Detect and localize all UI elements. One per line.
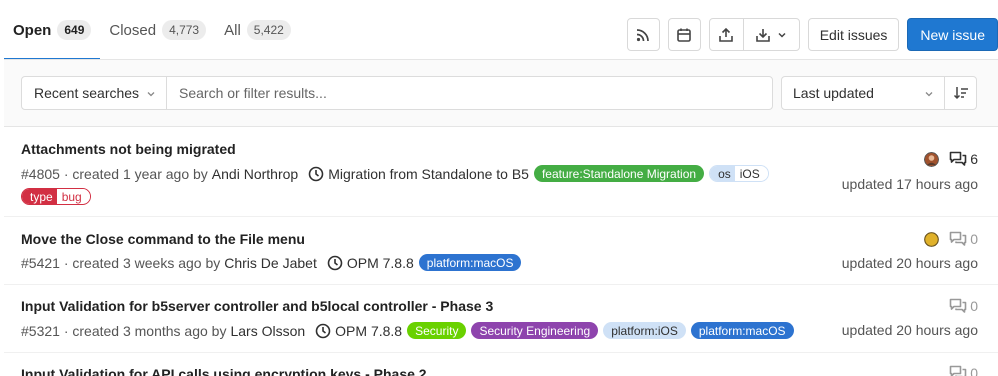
tab-open-count: 649 — [57, 20, 92, 40]
tab-all-label: All — [224, 21, 241, 39]
edit-issues-button[interactable]: Edit issues — [807, 18, 900, 51]
issue-labels-wrapped: type bug — [21, 188, 91, 205]
issue-row: Input Validation for API calls using enc… — [4, 353, 998, 376]
issue-updated: updated 17 hours ago — [841, 176, 978, 192]
recent-searches-dropdown[interactable]: Recent searches — [21, 76, 167, 110]
new-issue-button[interactable]: New issue — [907, 18, 998, 51]
tab-closed-count: 4,773 — [162, 20, 207, 40]
issue-stats: 6 — [924, 151, 978, 167]
label-os-ios[interactable]: os iOS — [709, 165, 769, 182]
label-platform-macos[interactable]: platform:macOS — [418, 254, 522, 271]
issues-header: Open 649 Closed 4,773 All 5,422 Edit iss… — [0, 0, 998, 60]
calendar-icon — [676, 27, 692, 43]
comments-icon — [949, 231, 967, 247]
tab-closed-label: Closed — [109, 21, 157, 39]
comments-icon — [949, 298, 967, 314]
comments-count[interactable]: 0 — [949, 298, 978, 314]
issue-title[interactable]: Attachments not being migrated — [21, 141, 236, 157]
export-import-group — [708, 18, 800, 51]
scoped-label-value: iOS — [734, 166, 768, 181]
label-security[interactable]: Security — [407, 322, 467, 339]
clock-icon — [327, 255, 347, 271]
scoped-label-value: bug — [56, 189, 90, 204]
issue-author[interactable]: Lars Olsson — [230, 323, 305, 339]
search-input[interactable] — [166, 76, 773, 110]
comments-icon — [949, 151, 967, 167]
rss-button[interactable] — [626, 18, 660, 51]
issue-milestone[interactable]: OPM 7.8.8 — [315, 323, 402, 339]
issue-milestone[interactable]: OPM 7.8.8 — [327, 255, 414, 271]
chevron-down-icon — [146, 89, 156, 99]
label-feature-standalone-migration[interactable]: feature:Standalone Migration — [533, 165, 705, 182]
comments-count[interactable]: 0 — [949, 231, 978, 247]
avatar[interactable] — [924, 151, 949, 167]
chevron-down-icon — [924, 89, 934, 99]
issue-reference: #5321 · created 3 months ago by — [21, 322, 227, 339]
issue-meta: #5321 · created 3 months ago by Lars Ols… — [21, 322, 794, 339]
milestone-title: Migration from Standalone to B5 — [328, 165, 529, 182]
filter-bar: Recent searches Last updated — [4, 60, 998, 127]
comments-number: 6 — [970, 151, 978, 167]
issue-updated: updated 20 hours ago — [841, 322, 978, 338]
issue-row: Move the Close command to the File menu … — [4, 217, 998, 285]
label-platform-macos[interactable]: platform:macOS — [690, 322, 794, 339]
comments-count[interactable]: 6 — [949, 151, 978, 167]
download-icon — [755, 27, 771, 43]
upload-icon — [718, 27, 734, 43]
clock-icon — [308, 166, 328, 182]
label-type-bug[interactable]: type bug — [21, 188, 91, 205]
issue-title[interactable]: Input Validation for API calls using enc… — [21, 366, 427, 376]
issue-title[interactable]: Move the Close command to the File menu — [21, 231, 305, 247]
rss-icon — [635, 27, 651, 43]
issue-row: Input Validation for b5server controller… — [4, 285, 998, 353]
label-platform-ios[interactable]: platform:iOS — [603, 322, 686, 339]
issue-stats: 0 — [924, 231, 978, 247]
tab-all[interactable]: All 5,422 — [215, 0, 300, 60]
comments-count[interactable]: 0 — [949, 365, 978, 376]
issue-title[interactable]: Input Validation for b5server controller… — [21, 298, 493, 314]
sort-lowest-icon — [953, 85, 969, 101]
import-dropdown-button[interactable] — [742, 19, 799, 50]
scoped-label-key: os — [710, 166, 735, 181]
issue-author[interactable]: Andi Northrop — [212, 166, 298, 182]
chevron-down-icon — [777, 30, 787, 40]
tab-closed[interactable]: Closed 4,773 — [100, 0, 215, 60]
calendar-button[interactable] — [667, 18, 701, 51]
comments-number: 0 — [970, 231, 978, 247]
sort-value: Last updated — [793, 85, 874, 101]
issue-meta: #5421 · created 3 weeks ago by Chris De … — [21, 254, 522, 271]
header-actions: Edit issues New issue — [626, 18, 998, 51]
scoped-label-key: type — [22, 189, 57, 204]
tab-open-label: Open — [13, 21, 52, 39]
issue-meta: #4805 · created 1 year ago by Andi North… — [21, 165, 769, 182]
recent-searches-label: Recent searches — [34, 85, 140, 101]
issue-state-tabs: Open 649 Closed 4,773 All 5,422 — [4, 0, 300, 60]
issue-milestone[interactable]: Migration from Standalone to B5 — [308, 166, 529, 182]
clock-icon — [315, 323, 335, 339]
issue-updated: updated 20 hours ago — [841, 255, 978, 271]
issue-author[interactable]: Chris De Jabet — [224, 255, 317, 271]
comments-icon — [949, 365, 967, 376]
export-button[interactable] — [710, 19, 743, 50]
comments-number: 0 — [970, 298, 978, 314]
avatar[interactable] — [924, 231, 949, 247]
issue-row: Attachments not being migrated #4805 · c… — [4, 127, 998, 217]
issue-stats: 0 — [949, 298, 978, 314]
sort-direction-button[interactable] — [944, 76, 977, 110]
label-security-engineering[interactable]: Security Engineering — [471, 322, 599, 339]
milestone-title: OPM 7.8.8 — [335, 322, 403, 339]
milestone-title: OPM 7.8.8 — [346, 254, 414, 271]
issue-reference: #5421 · created 3 weeks ago by — [21, 254, 221, 271]
issue-reference: #4805 · created 1 year ago by — [21, 165, 208, 182]
tab-all-count: 5,422 — [246, 20, 291, 40]
tab-open[interactable]: Open 649 — [4, 0, 101, 60]
issue-stats: 0 — [949, 365, 978, 376]
comments-number: 0 — [970, 365, 978, 376]
sort-dropdown[interactable]: Last updated — [781, 76, 945, 110]
